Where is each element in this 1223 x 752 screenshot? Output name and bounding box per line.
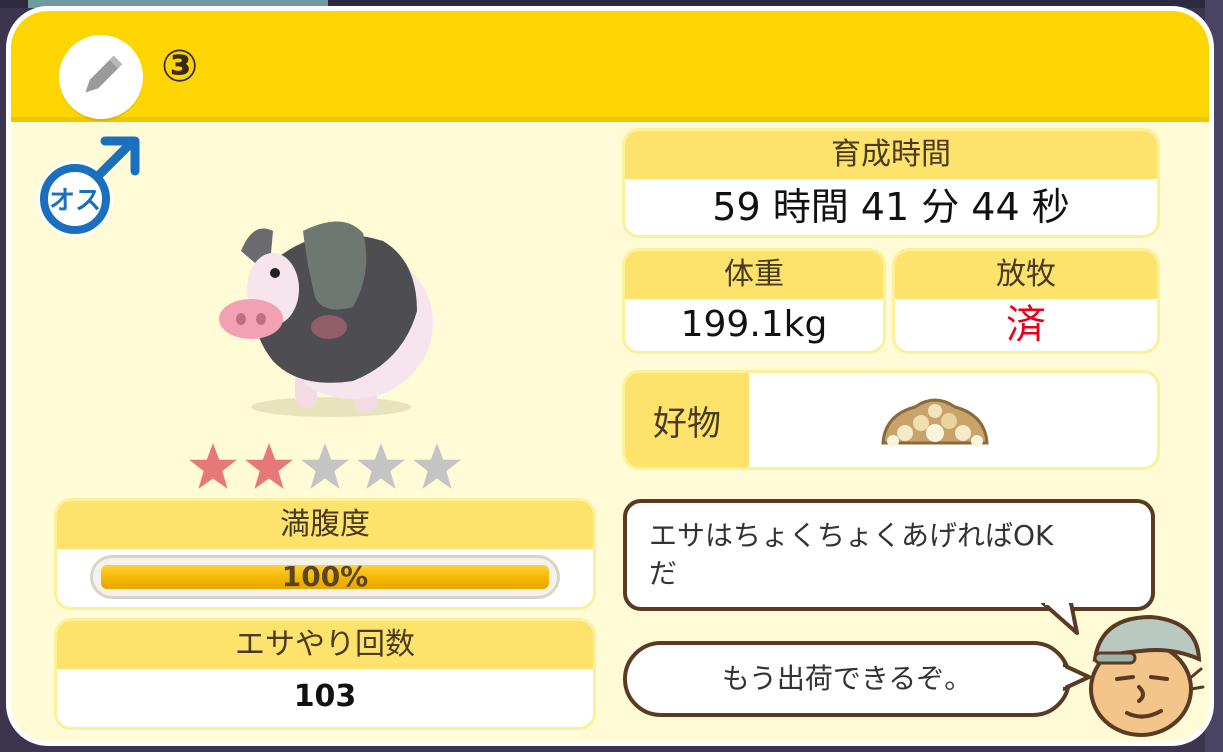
animal-status-card: ③ オス 満腹度 100% エサやり回数 103 育成時間 59 時間 41 分… (6, 6, 1214, 746)
pig-illustration (219, 221, 433, 417)
fullness-panel: 満腹度 100% (57, 501, 593, 607)
growth-time-panel: 育成時間 59 時間 41 分 44 秒 (625, 131, 1157, 235)
star-empty-icon (357, 443, 405, 489)
star-filled-icon (189, 443, 237, 489)
header-divider (11, 117, 1209, 122)
male-symbol-icon: オス (37, 136, 140, 237)
edit-name-button[interactable] (59, 35, 143, 119)
star-filled-icon (245, 443, 293, 489)
star-empty-icon (301, 443, 349, 489)
favorite-food-label: 好物 (625, 373, 749, 467)
star-empty-icon (413, 443, 461, 489)
growth-time-label: 育成時間 (625, 131, 1157, 179)
gender-label: オス (49, 186, 101, 216)
grain-pile-icon (881, 398, 989, 447)
weight-value: 199.1kg (680, 304, 828, 345)
weight-panel: 体重 199.1kg (625, 251, 883, 351)
weight-label: 体重 (625, 251, 883, 299)
pasture-panel: 放牧 済 (895, 251, 1157, 351)
favorite-food-panel: 好物 (625, 373, 1157, 467)
speech-message-2: もう出荷できるぞ。 (721, 662, 973, 695)
feed-count-label: エサやり回数 (57, 621, 593, 669)
animal-index: ③ (161, 41, 199, 92)
pencil-icon (85, 55, 123, 93)
growth-time-value: 59 時間 41 分 44 秒 (712, 185, 1070, 229)
rating-stars (187, 441, 463, 493)
speech-bubble-tip: エサはちょくちょくあげればOK だ (623, 499, 1155, 611)
speech-message-1: エサはちょくちょくあげればOK だ (649, 519, 1054, 590)
pasture-label: 放牧 (895, 251, 1157, 299)
speech-bubble-status: もう出荷できるぞ。 (623, 641, 1071, 717)
pasture-value: 済 (1006, 302, 1046, 348)
feed-count-value: 103 (293, 679, 357, 714)
fullness-label: 満腹度 (57, 501, 593, 549)
fullness-bar: 100% (90, 555, 560, 599)
farmer-face-icon (1089, 614, 1205, 737)
feed-count-panel: エサやり回数 103 (57, 621, 593, 727)
speech-bubble-tail (1041, 603, 1079, 635)
fullness-percent: 100% (281, 560, 369, 593)
